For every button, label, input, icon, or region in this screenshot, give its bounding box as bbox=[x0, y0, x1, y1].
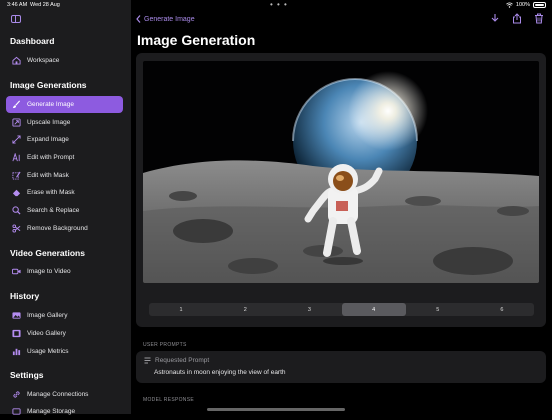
model-response-label: MODEL RESPONSE bbox=[143, 397, 194, 403]
page-title: Image Generation bbox=[137, 32, 256, 48]
share-icon[interactable] bbox=[512, 13, 522, 24]
sidebar-item-label: Edit with Mask bbox=[27, 172, 69, 179]
section-title-image-generations: Image Generations bbox=[10, 80, 87, 90]
sidebar: Dashboard Workspace Image Generations Ge… bbox=[0, 0, 131, 415]
text-cursor-icon bbox=[11, 153, 21, 163]
sidebar-item-usage-metrics[interactable]: Usage Metrics bbox=[6, 343, 123, 360]
section-title-video-generations: Video Generations bbox=[10, 248, 85, 258]
page-tab-5[interactable]: 5 bbox=[406, 303, 470, 316]
sidebar-item-label: Image to Video bbox=[27, 268, 71, 275]
sidebar-item-video-gallery[interactable]: Video Gallery bbox=[6, 325, 123, 342]
home-indicator bbox=[207, 408, 345, 411]
page-tab-2[interactable]: 2 bbox=[213, 303, 277, 316]
chevron-left-icon bbox=[136, 15, 141, 23]
sidebar-item-label: Manage Connections bbox=[27, 391, 89, 398]
prompt-card: Requested Prompt Astronauts in moon enjo… bbox=[136, 351, 546, 383]
bar-chart-icon bbox=[11, 347, 21, 357]
film-icon bbox=[11, 329, 21, 339]
video-camera-icon bbox=[11, 267, 21, 277]
house-icon bbox=[11, 56, 21, 66]
sidebar-item-label: Generate Image bbox=[27, 101, 74, 108]
section-title-history: History bbox=[10, 291, 40, 301]
sidebar-item-search-replace[interactable]: Search & Replace bbox=[6, 202, 123, 219]
sidebar-item-manage-connections[interactable]: Manage Connections bbox=[6, 386, 123, 403]
status-bar: 3:46 AM Wed 28 Aug • • • 100% bbox=[0, 0, 552, 12]
sidebar-item-image-to-video[interactable]: Image to Video bbox=[6, 263, 123, 280]
list-icon bbox=[144, 357, 151, 364]
battery-percent: 100% bbox=[515, 2, 530, 8]
sidebar-item-edit-with-mask[interactable]: Edit with Mask bbox=[6, 167, 123, 184]
prompt-heading-text: Requested Prompt bbox=[155, 357, 210, 364]
trash-icon[interactable] bbox=[534, 13, 544, 24]
sidebar-item-label: Usage Metrics bbox=[27, 348, 69, 355]
page-tab-1[interactable]: 1 bbox=[149, 303, 213, 316]
paintbrush-icon bbox=[11, 100, 21, 110]
sidebar-item-upscale-image[interactable]: Upscale Image bbox=[6, 114, 123, 131]
page-tab-6[interactable]: 6 bbox=[470, 303, 534, 316]
prompt-heading: Requested Prompt bbox=[144, 357, 209, 364]
scissors-icon bbox=[11, 224, 21, 234]
pager: 1 2 3 4 5 6 bbox=[149, 303, 534, 316]
photo-icon bbox=[11, 311, 21, 321]
sidebar-toggle-icon[interactable] bbox=[11, 15, 21, 23]
sidebar-item-remove-background[interactable]: Remove Background bbox=[6, 220, 123, 237]
sidebar-item-label: Edit with Prompt bbox=[27, 154, 75, 161]
generated-image[interactable] bbox=[143, 61, 539, 283]
page-tab-4[interactable]: 4 bbox=[341, 303, 406, 316]
eraser-icon bbox=[11, 188, 21, 198]
user-prompts-label: USER PROMPTS bbox=[143, 342, 187, 348]
sidebar-item-label: Search & Replace bbox=[27, 207, 80, 214]
page-tab-3[interactable]: 3 bbox=[277, 303, 341, 316]
magnifier-icon bbox=[11, 206, 21, 216]
sidebar-item-edit-with-prompt[interactable]: Edit with Prompt bbox=[6, 149, 123, 166]
sidebar-item-label: Video Gallery bbox=[27, 330, 66, 337]
storage-icon bbox=[11, 407, 21, 417]
main-content: Generate Image Image Generation 1 2 3 4 … bbox=[131, 0, 552, 414]
sidebar-item-label: Workspace bbox=[27, 57, 60, 64]
toolbar bbox=[490, 13, 544, 24]
multitasking-dots-icon[interactable]: • • • bbox=[270, 0, 288, 9]
back-label: Generate Image bbox=[144, 15, 195, 23]
sidebar-item-manage-storage[interactable]: Manage Storage bbox=[6, 403, 123, 420]
sidebar-item-workspace[interactable]: Workspace bbox=[6, 52, 123, 69]
section-title-dashboard: Dashboard bbox=[10, 36, 55, 46]
wifi-icon bbox=[506, 2, 513, 8]
sidebar-item-generate-image[interactable]: Generate Image bbox=[6, 96, 123, 113]
battery-icon bbox=[533, 2, 546, 8]
status-indicators: 100% bbox=[506, 2, 546, 8]
sidebar-item-image-gallery[interactable]: Image Gallery bbox=[6, 307, 123, 324]
section-title-settings: Settings bbox=[10, 370, 44, 380]
prompt-text: Astronauts in moon enjoying the view of … bbox=[154, 369, 286, 376]
status-date: Wed 28 Aug bbox=[30, 2, 60, 8]
sidebar-item-label: Upscale Image bbox=[27, 119, 71, 126]
sidebar-item-label: Image Gallery bbox=[27, 312, 68, 319]
image-card: 1 2 3 4 5 6 bbox=[136, 53, 546, 327]
upscale-icon bbox=[11, 118, 21, 128]
mask-edit-icon bbox=[11, 171, 21, 181]
expand-arrows-icon bbox=[11, 135, 21, 145]
sidebar-item-label: Erase with Mask bbox=[27, 189, 75, 196]
sidebar-item-label: Remove Background bbox=[27, 225, 88, 232]
back-button[interactable]: Generate Image bbox=[136, 15, 195, 23]
link-icon bbox=[11, 390, 21, 400]
status-time: 3:46 AM bbox=[7, 2, 28, 8]
sidebar-item-label: Expand Image bbox=[27, 136, 69, 143]
sidebar-item-expand-image[interactable]: Expand Image bbox=[6, 131, 123, 148]
download-icon[interactable] bbox=[490, 13, 500, 24]
sidebar-item-erase-with-mask[interactable]: Erase with Mask bbox=[6, 184, 123, 201]
